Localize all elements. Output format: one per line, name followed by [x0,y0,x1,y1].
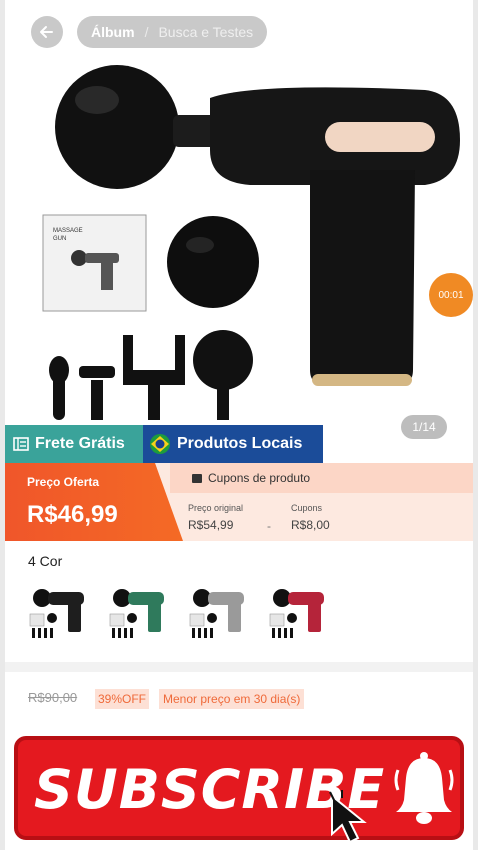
product-coupons-title: Cupons de produto [208,471,311,485]
local-products-label: Produtos Locais [177,435,303,452]
breadcrumb-secondary[interactable]: Busca e Testes [158,24,253,40]
color-swatch-red[interactable] [268,580,330,642]
brazil-flag-icon [150,434,170,454]
bell-icon [394,752,454,824]
lowest-price-badge: Menor preço em 30 dia(s) [159,689,305,709]
coupon-amount-value: R$8,00 [291,518,330,532]
breadcrumb-separator: / [144,24,149,40]
subscribe-button[interactable]: SUBSCRIBE [14,736,464,840]
strikethrough-price: R$90,00 [28,690,78,705]
massage-gun-product-image: MASSAGE GUN [42,65,460,420]
image-page-counter: 1/14 [401,415,447,439]
coupon-amount-label: Cupons [291,503,323,513]
product-tags: Frete Grátis Produtos Locais [5,425,323,463]
free-shipping-tag: Frete Grátis [5,425,143,463]
product-coupons-strip[interactable]: Cupons de produto [170,463,473,493]
back-button[interactable] [31,16,63,48]
svg-text:GUN: GUN [53,236,66,242]
discount-badge: 39%OFF [95,689,150,709]
arrow-left-icon [40,26,53,38]
coupon-icon [192,473,202,483]
offer-price-value: R$46,99 [27,501,118,528]
original-price-value: R$54,99 [188,518,234,532]
color-swatches [28,580,330,642]
color-swatch-black[interactable] [28,580,90,642]
original-price-label: Preço original [188,503,244,513]
swatch-massage-gun-icon [108,580,170,642]
swatch-massage-gun-icon [188,580,250,642]
video-timer-badge[interactable]: 00:01 [429,273,473,317]
mouse-cursor-icon [329,790,367,844]
section-divider [5,662,473,672]
price-dash: - [267,519,271,533]
truck-icon [13,437,29,451]
color-swatch-green[interactable] [108,580,170,642]
free-shipping-label: Frete Grátis [35,435,125,452]
svg-text:MASSAGE: MASSAGE [53,228,83,234]
price-banner: Preço Oferta R$46,99 Cupons de produto P… [5,463,473,541]
swatch-massage-gun-icon [28,580,90,642]
local-products-tag: Produtos Locais [143,425,323,463]
breadcrumb[interactable]: Álbum / Busca e Testes [77,16,268,48]
offer-price-label: Preço Oferta [27,475,100,489]
product-gallery[interactable]: MASSAGE GUN Álbum / Busca e Testes 00:01… [5,0,473,462]
right-frame-border [473,0,478,850]
swatch-massage-gun-icon [268,580,330,642]
color-swatch-gray[interactable] [188,580,250,642]
color-count-title: 4 Cor [28,553,63,569]
breadcrumb-album[interactable]: Álbum [91,24,135,40]
